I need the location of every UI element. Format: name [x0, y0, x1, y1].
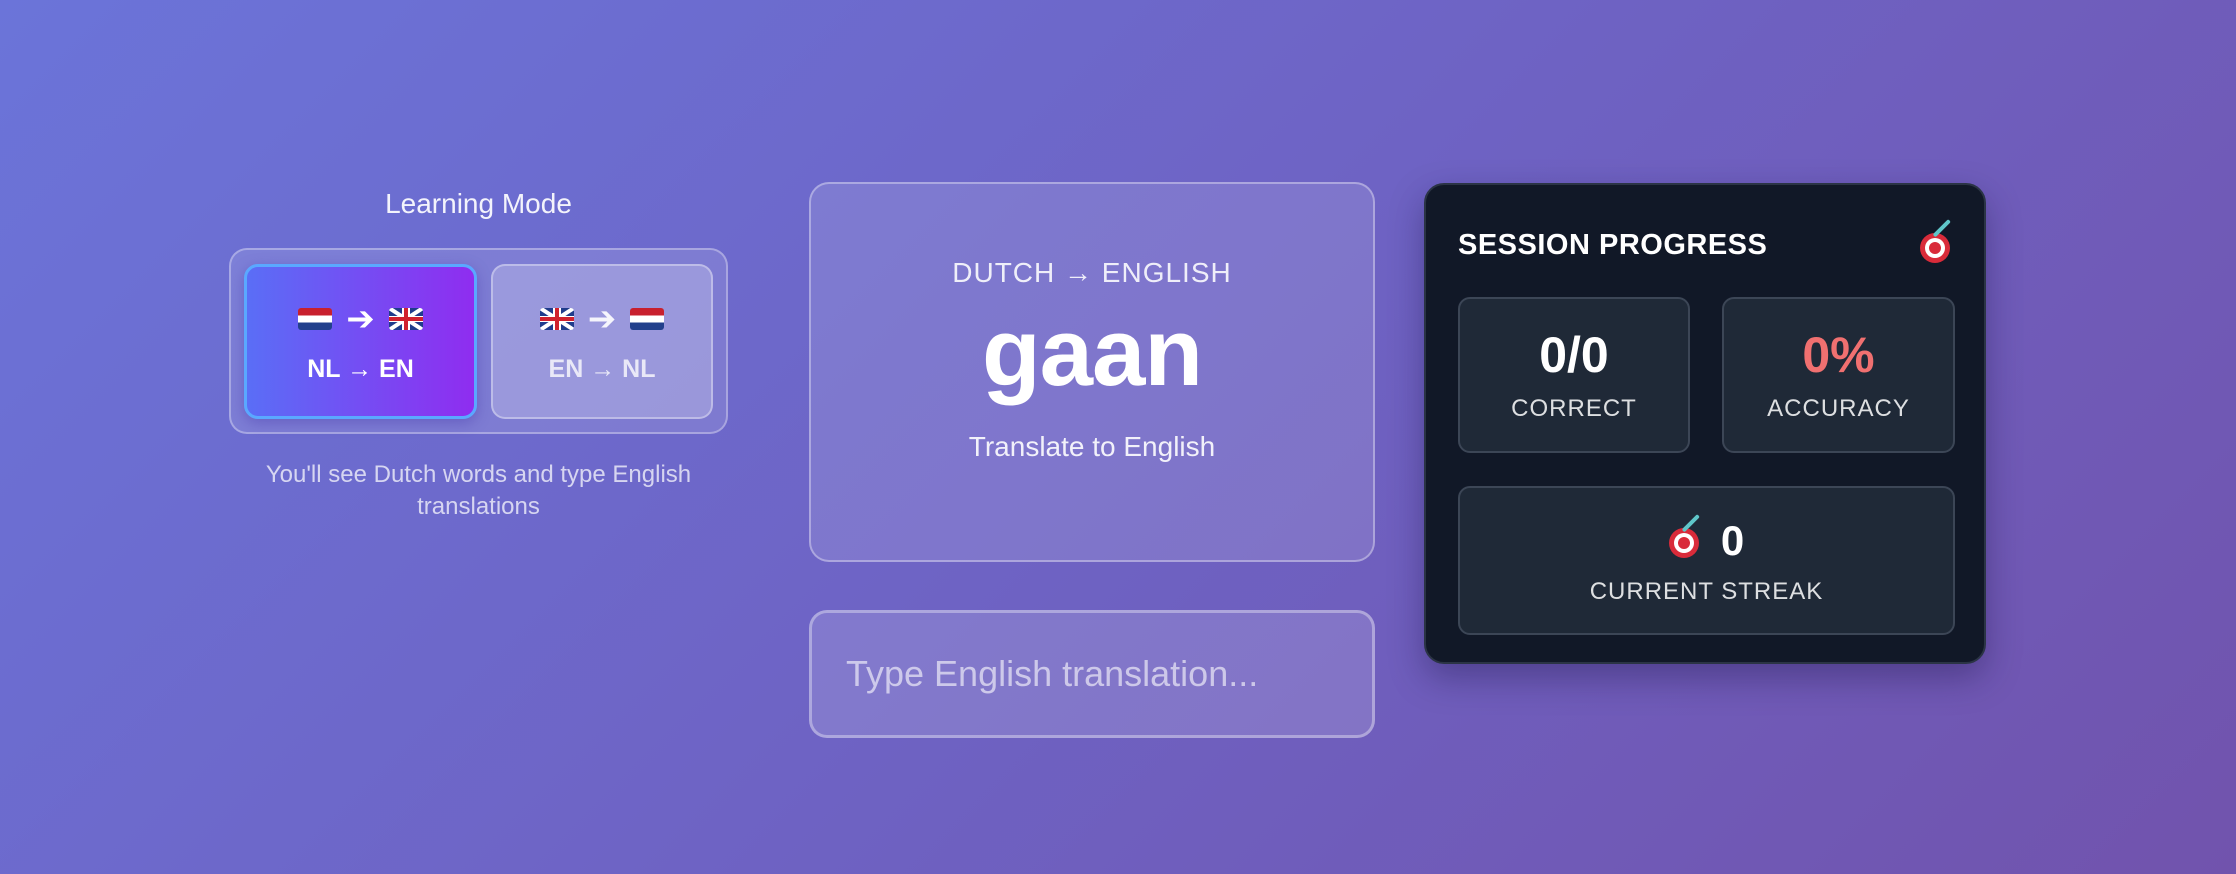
arrow-right-icon: ➔ [346, 300, 375, 338]
streak-row: 0 [1460, 514, 1953, 566]
mode-nl-to-en-button[interactable]: ➔ NL → EN [244, 264, 477, 419]
session-progress-title: SESSION PROGRESS [1458, 229, 1768, 261]
learning-mode-panel: Learning Mode ➔ NL → EN ➔ EN → NL You'll… [229, 183, 728, 523]
current-word: gaan [981, 299, 1203, 406]
dutch-flag-icon [630, 308, 665, 330]
uk-flag-icon [539, 308, 574, 330]
correct-stat: 0/0 CORRECT [1458, 297, 1690, 453]
learning-mode-toggle: ➔ NL → EN ➔ EN → NL [229, 248, 728, 434]
translation-instruction: Translate to English [968, 431, 1216, 462]
streak-value: 0 [1720, 517, 1745, 564]
streak-stat: 0 CURRENT STREAK [1458, 486, 1955, 635]
target-icon [1920, 219, 1954, 263]
streak-label: CURRENT STREAK [1589, 578, 1824, 605]
accuracy-value: 0% [1802, 327, 1875, 383]
learning-mode-description: You'll see Dutch words and type English … [265, 461, 692, 520]
translation-input[interactable] [809, 610, 1375, 738]
mode-flags: ➔ [539, 299, 665, 339]
correct-label: CORRECT [1511, 395, 1637, 422]
arrow-right-icon: ➔ [587, 300, 617, 338]
accuracy-stat: 0% ACCURACY [1722, 297, 1955, 453]
word-card: DUTCH → ENGLISH gaan Translate to Englis… [809, 182, 1375, 562]
accuracy-label: ACCURACY [1767, 395, 1910, 422]
mode-nl-to-en-label: NL → EN [307, 355, 414, 383]
translation-direction: DUTCH → ENGLISH [952, 257, 1232, 288]
uk-flag-icon [388, 308, 423, 330]
dutch-flag-icon [298, 308, 333, 330]
session-progress-panel: SESSION PROGRESS 0/0 CORRECT 0% ACCURACY… [1424, 183, 1986, 664]
learning-mode-title: Learning Mode [385, 188, 572, 219]
target-icon [1668, 514, 1703, 558]
mode-flags: ➔ [298, 299, 423, 339]
mode-en-to-nl-label: EN → NL [548, 355, 656, 383]
correct-value: 0/0 [1539, 327, 1609, 383]
mode-en-to-nl-button[interactable]: ➔ EN → NL [491, 264, 713, 419]
